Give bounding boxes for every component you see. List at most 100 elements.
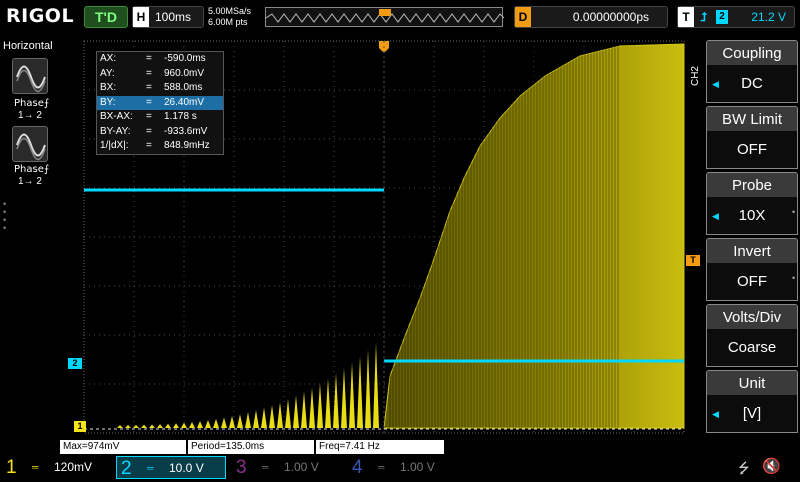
cursor-row: BY: = 26.40mV bbox=[97, 95, 223, 110]
sine-wave-icon bbox=[16, 65, 46, 93]
ch1-spike bbox=[253, 410, 259, 428]
ch1-offset-marker[interactable]: 1 bbox=[74, 421, 86, 432]
menu-item-unit[interactable]: Unit ◀ [V] bbox=[706, 370, 798, 434]
phase-label-2: Phase⨍ bbox=[14, 164, 50, 175]
memory-trigger-marker bbox=[379, 9, 391, 16]
cursor-key: BX-AX: bbox=[100, 111, 133, 122]
ch1-spike bbox=[285, 398, 291, 428]
phase-sub-1: 1→ 2 bbox=[18, 110, 42, 121]
cursor-eq: = bbox=[146, 125, 152, 137]
menu-value[interactable]: ◀ 10X bbox=[706, 197, 798, 235]
measurement-period[interactable]: Period=135.0ms bbox=[188, 440, 314, 454]
menu-title: Invert bbox=[706, 238, 798, 263]
channel-3-status[interactable]: 3 ═ 1.00 V bbox=[232, 456, 342, 479]
channel-2-status[interactable]: 2 ═ 10.0 V bbox=[116, 456, 226, 479]
cursor-eq: = bbox=[146, 53, 152, 64]
channel-num: 4 bbox=[352, 457, 363, 478]
cursor-row: 1/|dX|: = 848.9mHz bbox=[97, 139, 223, 154]
ch1-spike bbox=[125, 424, 131, 428]
cursor-row: AX: = -590.0ms bbox=[97, 52, 223, 67]
ch1-spike bbox=[245, 412, 251, 428]
ch1-spike bbox=[205, 420, 211, 428]
page-dots-icon: • • • • bbox=[3, 199, 7, 233]
menu-value-text: OFF bbox=[737, 273, 767, 290]
delay-value: 0.00000000ps bbox=[572, 10, 649, 24]
sine-wave-icon bbox=[16, 133, 46, 161]
delay-readout[interactable]: D 0.00000000ps bbox=[514, 6, 668, 28]
cursor-eq: = bbox=[146, 82, 152, 93]
speaker-mute-icon[interactable]: 🔇 bbox=[762, 457, 781, 475]
menu-title: BW Limit bbox=[706, 106, 798, 131]
menu-title: Unit bbox=[706, 370, 798, 395]
ch1-spike bbox=[365, 349, 371, 428]
brand-logo: RIGOL bbox=[6, 5, 75, 27]
ch1-spike bbox=[165, 423, 171, 428]
channel-tag: CH2 bbox=[690, 66, 701, 87]
cursor-key: BY-AY: bbox=[100, 125, 131, 137]
trigger-level-marker[interactable]: T bbox=[686, 255, 700, 266]
cursor-eq: = bbox=[146, 67, 152, 79]
memory-depth: 6.00M pts bbox=[208, 17, 248, 27]
cursor-key: AY: bbox=[100, 67, 115, 79]
ch1-spike bbox=[237, 414, 243, 428]
timebase-value: 100ms bbox=[155, 10, 192, 24]
menu-value-text: DC bbox=[741, 75, 763, 92]
cursor-row: AY: = 960.0mV bbox=[97, 67, 223, 82]
cursor-eq: = bbox=[146, 140, 152, 151]
channel-num: 1 bbox=[6, 457, 17, 478]
ch1-spike bbox=[197, 421, 203, 428]
ch1-spike bbox=[157, 424, 163, 428]
channel-status-bar: 1 ═ 120mV 2 ═ 10.0 V 3 ═ 1.00 V 4 ═ 1.00 V ⭍ 🔇 bbox=[0, 455, 800, 480]
menu-value[interactable]: OFF bbox=[706, 263, 798, 301]
cursor-key: BY: bbox=[100, 96, 116, 108]
channel-4-status[interactable]: 4 ═ 1.00 V bbox=[348, 456, 458, 479]
menu-value[interactable]: ◀ DC bbox=[706, 65, 798, 103]
measurement-freq[interactable]: Freq=7.41 Hz bbox=[316, 440, 444, 454]
ch1-spike bbox=[269, 405, 275, 428]
menu-item-volts-div[interactable]: Volts/Div Coarse bbox=[706, 304, 798, 368]
horizontal-side-panel: Horizontal Phase⨍ 1→ 2 Phase⨍ 1→ 2 • • • • bbox=[0, 36, 60, 456]
ch1-spike bbox=[309, 387, 315, 428]
menu-item-probe[interactable]: Probe ◀ 10X bbox=[706, 172, 798, 236]
channel-coupling: ═ bbox=[262, 462, 269, 472]
menu-item-coupling[interactable]: Coupling ◀ DC bbox=[706, 40, 798, 104]
menu-value[interactable]: OFF bbox=[706, 131, 798, 169]
cursor-value: -590.0ms bbox=[164, 53, 206, 64]
ch1-spike bbox=[293, 395, 299, 428]
cursor-row: BY-AY: = -933.6mV bbox=[97, 125, 223, 140]
trigger-label: T bbox=[678, 7, 694, 27]
menu-item-bw-limit[interactable]: BW Limit OFF bbox=[706, 106, 798, 170]
phase-math-button-2[interactable] bbox=[12, 126, 48, 162]
ch1-spike bbox=[181, 422, 187, 428]
ch2-offset-marker[interactable]: 2 bbox=[68, 358, 82, 369]
menu-item-invert[interactable]: Invert OFF bbox=[706, 238, 798, 302]
menu-value[interactable]: Coarse bbox=[706, 329, 798, 367]
rising-edge-icon: ⮥ bbox=[700, 10, 708, 24]
sample-rate: 5.00MSa/s bbox=[208, 6, 252, 16]
trigger-readout[interactable]: T ⮥ 2 21.2 V bbox=[677, 6, 795, 28]
horizontal-label: H bbox=[133, 7, 149, 27]
trigger-status-badge: T'D bbox=[84, 6, 128, 28]
cursor-row: BX: = 588.0ms bbox=[97, 81, 223, 96]
measurement-max[interactable]: Max=974mV bbox=[60, 440, 186, 454]
menu-title: Volts/Div bbox=[706, 304, 798, 329]
ch1-spike bbox=[349, 362, 355, 428]
ch1-spike bbox=[149, 424, 155, 428]
ch1-spike bbox=[213, 418, 219, 428]
ch1-waveform-pre bbox=[117, 342, 379, 428]
horizontal-timebase[interactable]: H 100ms bbox=[132, 6, 204, 28]
channel-1-status[interactable]: 1 ═ 120mV bbox=[2, 456, 112, 479]
cursor-eq: = bbox=[146, 96, 152, 108]
channel-scale: 10.0 V bbox=[169, 461, 204, 475]
ch1-spike bbox=[221, 417, 227, 428]
top-status-bar: RIGOL T'D H 100ms 5.00MSa/s 6.00M pts D 0… bbox=[0, 0, 800, 36]
cursor-eq: = bbox=[146, 111, 152, 122]
menu-title: Coupling bbox=[706, 40, 798, 65]
menu-title: Probe bbox=[706, 172, 798, 197]
cursor-value: 848.9mHz bbox=[164, 140, 210, 151]
measurement-bar: Max=974mV Period=135.0ms Freq=7.41 Hz bbox=[60, 440, 446, 454]
phase-math-button-1[interactable] bbox=[12, 58, 48, 94]
phase-label-1: Phase⨍ bbox=[14, 98, 50, 109]
ch1-spike bbox=[173, 423, 179, 428]
menu-value[interactable]: ◀ [V] bbox=[706, 395, 798, 433]
